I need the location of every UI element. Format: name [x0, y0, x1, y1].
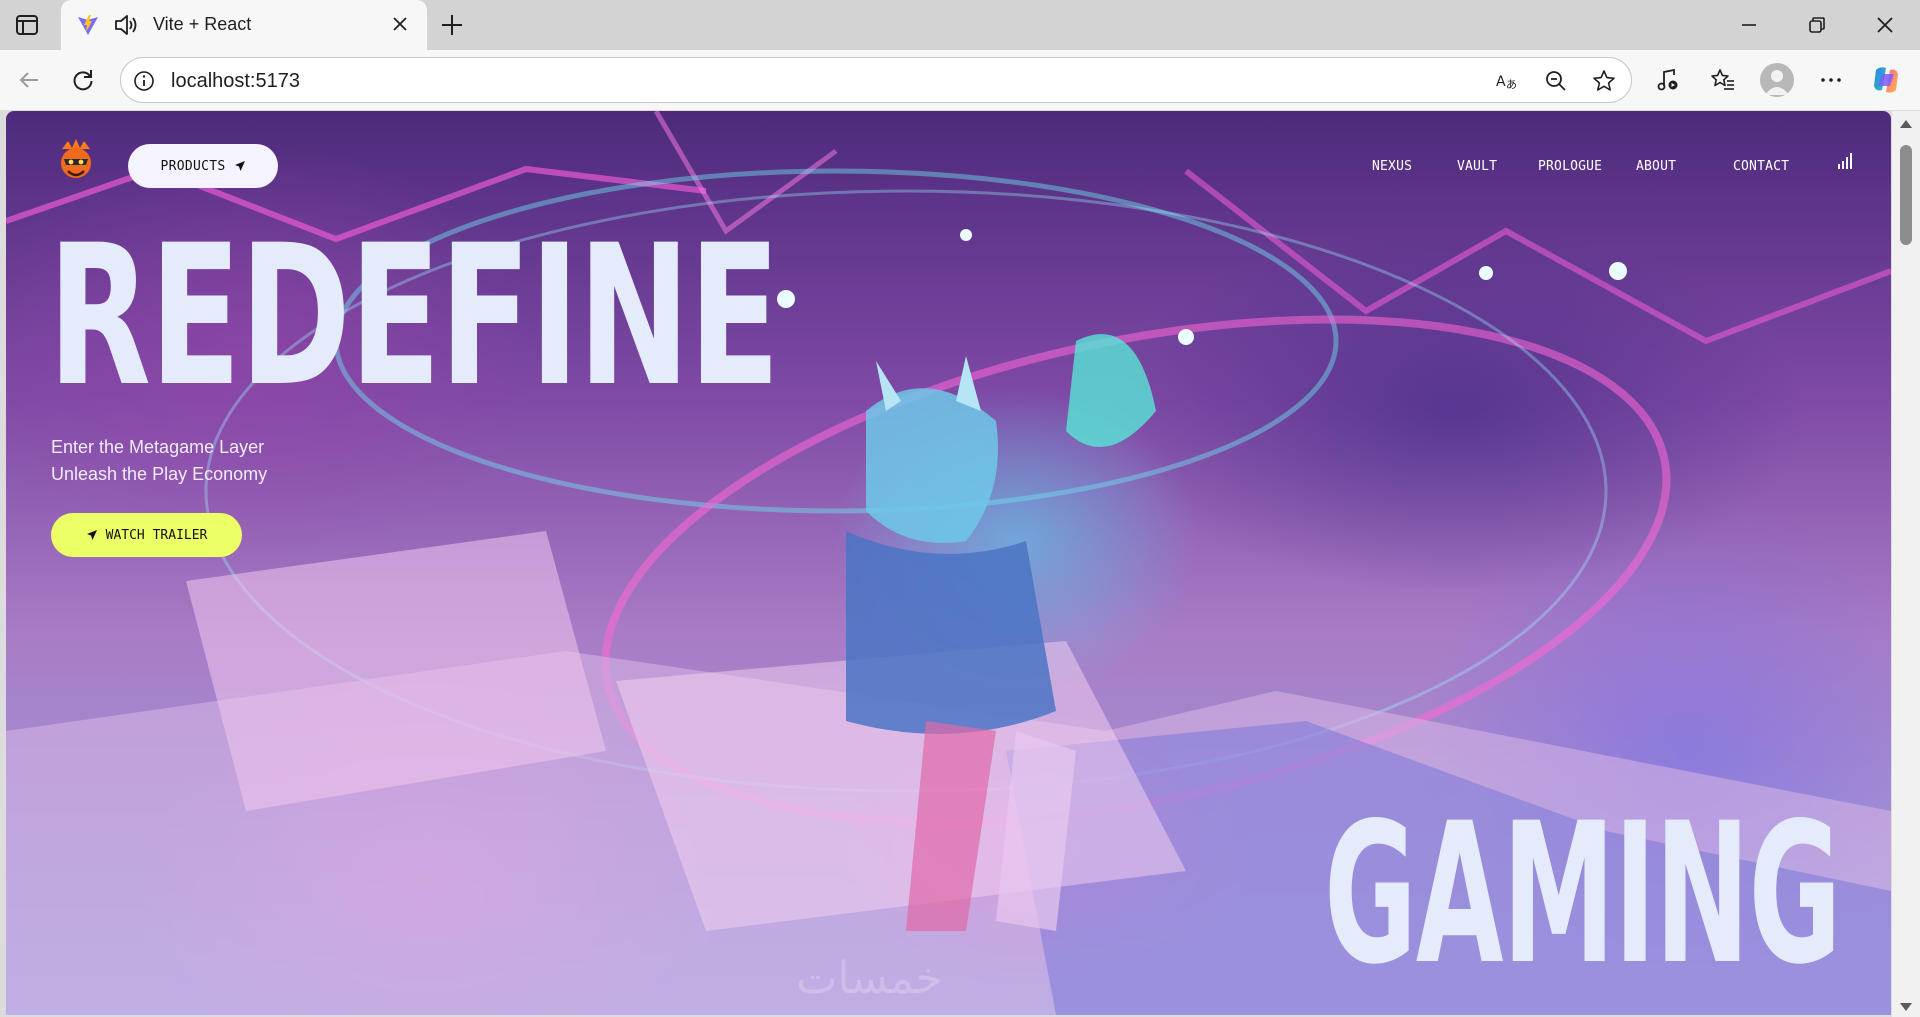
- site-logo[interactable]: [56, 139, 96, 183]
- user-icon: [1765, 70, 1789, 95]
- read-aloud-icon[interactable]: A あ: [1495, 69, 1519, 93]
- browser-toolbar: localhost:5173 A あ: [0, 50, 1920, 110]
- audio-toggle-icon[interactable]: [1838, 153, 1852, 169]
- hero-tagline-line1: Enter the Metagame Layer: [51, 437, 265, 457]
- speaker-icon[interactable]: [113, 13, 139, 37]
- profile-avatar[interactable]: [1760, 63, 1794, 97]
- address-bar[interactable]: localhost:5173 A あ: [120, 57, 1632, 103]
- products-button[interactable]: PRODUCTS: [128, 144, 278, 188]
- watch-trailer-button[interactable]: WATCH TRAILER: [51, 513, 242, 557]
- minimize-icon[interactable]: [1736, 12, 1762, 38]
- vite-icon: [78, 15, 98, 35]
- nav-link-contact[interactable]: CONTACT: [1733, 159, 1789, 174]
- nav-link-prologue[interactable]: PROLOGUE: [1538, 159, 1602, 174]
- browser-tab-bar: Vite + React: [0, 0, 1920, 50]
- refresh-icon[interactable]: [70, 67, 96, 93]
- restore-icon[interactable]: [1804, 12, 1830, 38]
- paper-plane-icon: [86, 530, 97, 540]
- close-icon[interactable]: [1872, 12, 1898, 38]
- hero-tagline-line2: Unleash the Play Economy: [51, 464, 268, 484]
- svg-text:あ: あ: [1506, 78, 1517, 91]
- hero-headline-top: REDEFINE: [48, 203, 780, 429]
- svg-text:A: A: [1496, 74, 1506, 90]
- products-label: PRODUCTS: [160, 158, 226, 174]
- scroll-down-arrow-icon[interactable]: [1900, 1003, 1912, 1011]
- url-text[interactable]: localhost:5173: [171, 70, 300, 93]
- more-icon[interactable]: [1818, 67, 1844, 93]
- favorites-icon[interactable]: [1710, 67, 1736, 93]
- browser-tab[interactable]: Vite + React: [61, 0, 427, 50]
- hero-headline-bottom: GAMING: [1324, 781, 1842, 1007]
- info-icon[interactable]: [133, 70, 155, 92]
- nav-link-about[interactable]: ABOUT: [1636, 159, 1676, 174]
- watermark-text: خمسات: [796, 953, 943, 1004]
- page-scrollbar[interactable]: [1892, 111, 1920, 1017]
- copilot-icon[interactable]: [1870, 64, 1902, 96]
- paper-plane-icon: [234, 161, 245, 171]
- media-icon[interactable]: [1655, 67, 1681, 93]
- scrollbar-thumb[interactable]: [1900, 145, 1912, 245]
- plus-icon[interactable]: [440, 13, 464, 37]
- close-icon[interactable]: [391, 15, 409, 33]
- scroll-up-arrow-icon[interactable]: [1900, 120, 1912, 128]
- nav-link-nexus[interactable]: NEXUS: [1372, 159, 1412, 174]
- tab-actions-icon[interactable]: [14, 12, 40, 38]
- back-icon[interactable]: [16, 67, 42, 93]
- watch-trailer-label: WATCH TRAILER: [105, 527, 208, 543]
- nav-link-vault[interactable]: VAULT: [1457, 159, 1497, 174]
- page-viewport: PRODUCTS NEXUS VAULT PROLOGUE ABOUT CONT…: [6, 111, 1891, 1015]
- zoom-out-icon[interactable]: [1544, 69, 1568, 93]
- tab-title: Vite + React: [153, 14, 252, 34]
- favorite-star-icon[interactable]: [1592, 69, 1616, 93]
